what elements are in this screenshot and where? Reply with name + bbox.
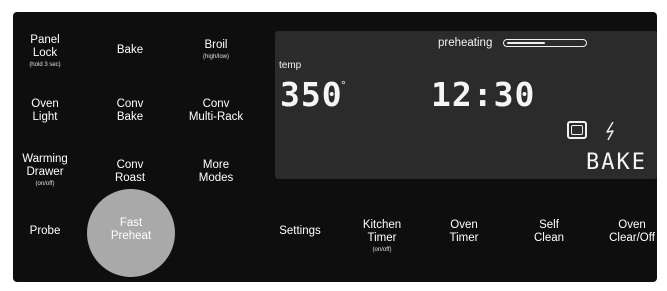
degree-symbol: ° [341,78,346,92]
broil-button[interactable]: Broil (high/low) [171,39,261,61]
oven-timer-button[interactable]: Oven Timer [419,219,509,245]
broil-sublabel: (high/low) [202,53,229,60]
warming-drawer-label: Warming Drawer [22,153,68,178]
conv-roast-button[interactable]: Conv Roast [85,159,175,185]
panel-lock-sublabel: (hold 3 sec) [29,61,61,68]
more-modes-label: More Modes [198,159,234,184]
preheat-progress-fill [507,41,545,44]
lightning-bolt-icon [606,121,614,141]
oven-light-label: Oven Light [31,98,59,123]
cook-mode-readout: BAKE [586,150,647,175]
oven-cavity-icon [567,121,587,139]
oven-light-button[interactable]: Oven Light [0,98,90,124]
settings-button[interactable]: Settings [255,225,345,238]
kitchen-timer-sublabel: (on/off) [372,246,392,253]
kitchen-timer-button[interactable]: Kitchen Timer (on/off) [337,219,427,253]
conv-bake-button[interactable]: Conv Bake [85,98,175,124]
temperature-readout: 350 [280,75,343,114]
fast-preheat-button[interactable]: Fast Preheat [87,189,175,277]
settings-label: Settings [279,225,321,237]
oven-clear-off-button[interactable]: Oven Clear/Off [587,219,667,245]
kitchen-timer-label: Kitchen Timer [362,219,402,244]
conv-bake-label: Conv Bake [116,98,144,123]
warming-drawer-sublabel: (on/off) [35,180,55,187]
fast-preheat-label: Fast Preheat [110,217,152,242]
panel-lock-label: Panel Lock [30,34,60,59]
preheating-status: preheating [438,37,493,49]
panel-lock-button[interactable]: Panel Lock (hold 3 sec) [0,34,90,68]
self-clean-button[interactable]: Self Clean [504,219,594,245]
clock-readout: 12:30 [431,75,536,114]
probe-label: Probe [29,225,61,237]
conv-roast-label: Conv Roast [114,159,146,184]
oven-clear-off-label: Oven Clear/Off [609,219,655,244]
more-modes-button[interactable]: More Modes [171,159,261,185]
self-clean-label: Self Clean [533,219,565,244]
conv-multi-rack-label: Conv Multi-Rack [188,98,244,123]
warming-drawer-button[interactable]: Warming Drawer (on/off) [0,153,90,187]
temp-label: temp [279,60,302,71]
probe-button[interactable]: Probe [0,225,90,238]
preheat-progress-bar [503,39,587,47]
conv-multi-rack-button[interactable]: Conv Multi-Rack [171,98,261,124]
oven-timer-label: Oven Timer [449,219,479,244]
bake-button[interactable]: Bake [85,44,175,57]
broil-label: Broil [204,39,228,51]
bake-label: Bake [116,44,144,56]
